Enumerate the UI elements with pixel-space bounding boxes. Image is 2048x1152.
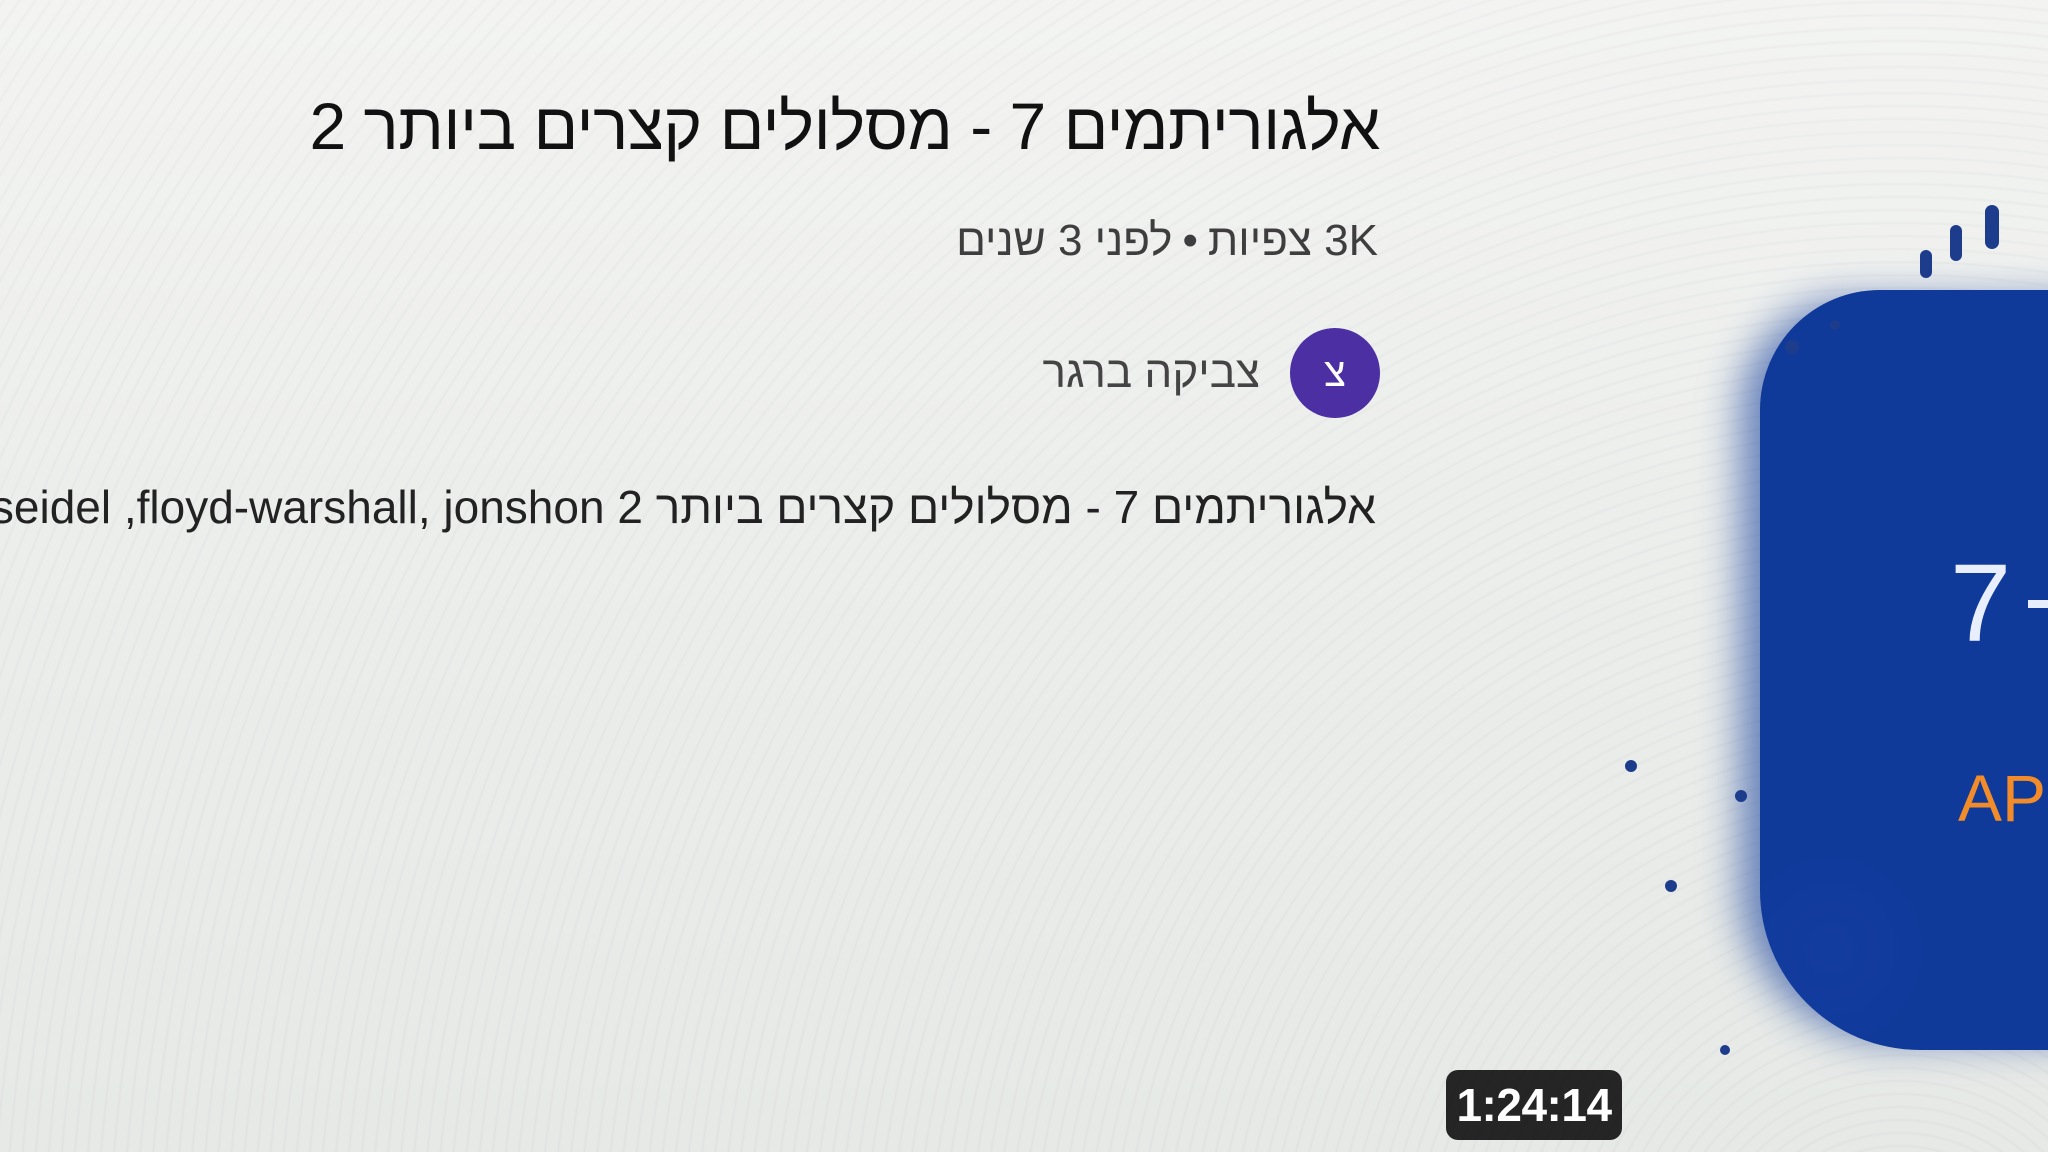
ink-speck <box>1985 205 1999 249</box>
channel-avatar[interactable]: צ <box>1290 328 1380 418</box>
ink-speck <box>1625 760 1637 772</box>
video-thumbnail[interactable]: 7 AP <box>1760 290 2048 1050</box>
ink-speck <box>1665 880 1677 892</box>
ink-speck <box>1720 1045 1730 1055</box>
thumbnail-label: AP <box>1958 761 2047 835</box>
video-metadata: 3K צפיות•לפני 3 שנים <box>956 216 1378 266</box>
ink-speck <box>1920 250 1932 278</box>
video-description-snippet: אלגוריתמים 7 - מסלולים קצרים ביותר 2 sei… <box>0 481 1376 533</box>
thumbnail-number: 7 <box>1950 542 2012 665</box>
ink-speck <box>1785 340 1799 354</box>
screen-moire-overlay <box>0 0 2048 1152</box>
video-title[interactable]: אלגוריתמים 7 - מסלולים קצרים ביותר 2 <box>309 88 1380 164</box>
ink-speck <box>1830 320 1840 330</box>
ink-speck <box>1950 225 1962 261</box>
video-duration-badge: 1:24:14 <box>1446 1070 1622 1140</box>
view-count: 3K צפיות <box>1207 216 1378 265</box>
thumbnail-paint-splash <box>1760 850 1940 1050</box>
meta-separator: • <box>1182 216 1198 265</box>
ink-speck <box>1735 790 1747 802</box>
upload-age: לפני 3 שנים <box>956 216 1173 265</box>
channel-row[interactable]: צ צביקה ברגר <box>1042 328 1380 418</box>
channel-name[interactable]: צביקה ברגר <box>1042 348 1260 398</box>
video-search-result[interactable]: אלגוריתמים 7 - מסלולים קצרים ביותר 2 3K … <box>0 0 2048 1152</box>
thumbnail-dash <box>2028 600 2048 608</box>
